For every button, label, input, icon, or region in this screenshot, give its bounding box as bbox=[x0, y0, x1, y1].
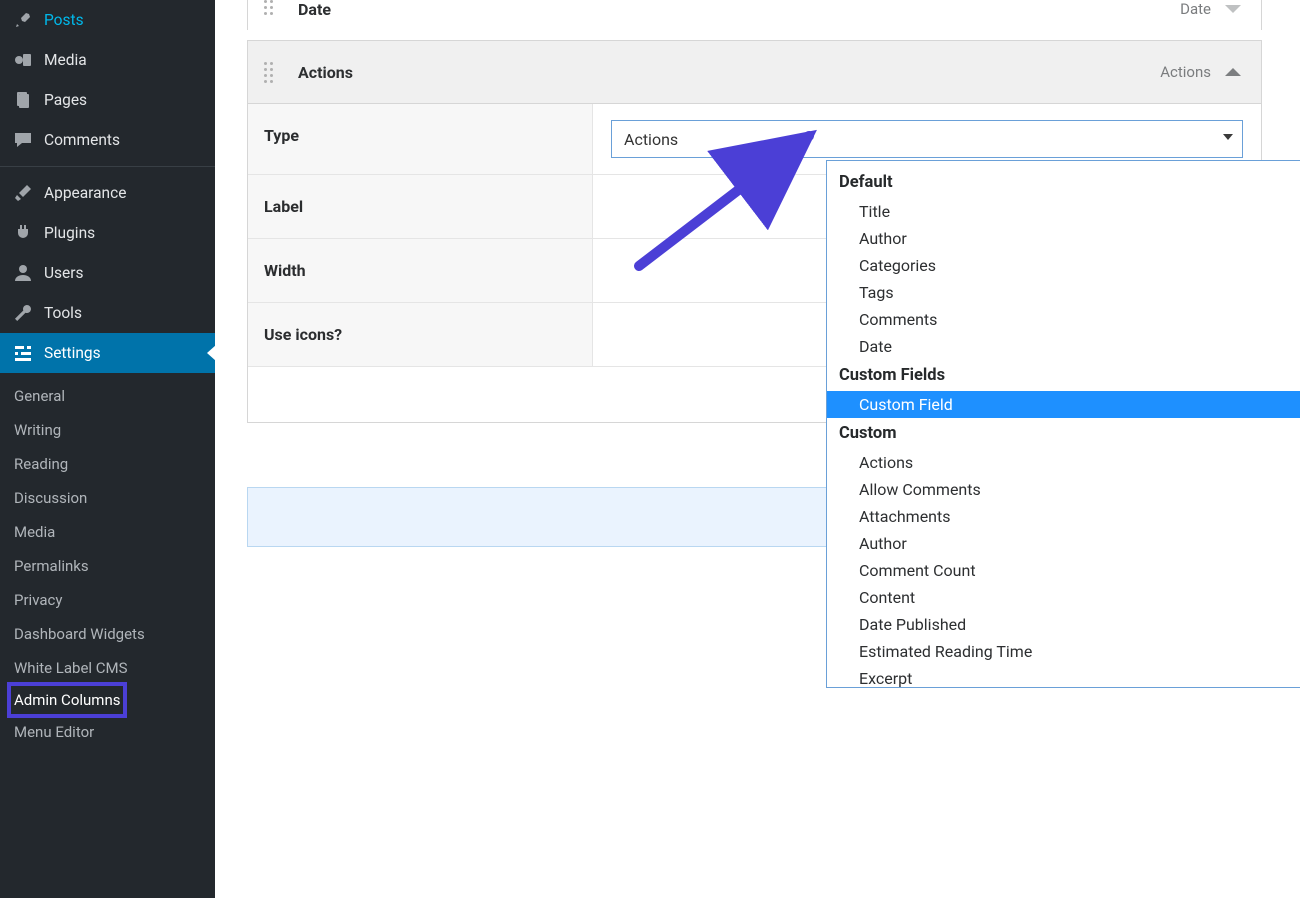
dropdown-option[interactable]: Actions bbox=[827, 449, 1300, 476]
sub-general[interactable]: General bbox=[14, 379, 215, 413]
plug-icon bbox=[12, 222, 34, 244]
sub-admin-columns[interactable]: Admin Columns bbox=[10, 685, 124, 715]
dropdown-option[interactable]: Categories bbox=[827, 252, 1300, 279]
sub-dashboard-widgets[interactable]: Dashboard Widgets bbox=[14, 617, 215, 651]
nav-label: Users bbox=[44, 264, 84, 282]
chevron-up-icon[interactable] bbox=[1225, 68, 1241, 76]
column-title: Actions bbox=[298, 63, 353, 82]
column-title: Date bbox=[298, 0, 331, 19]
dropdown-option[interactable]: Allow Comments bbox=[827, 476, 1300, 503]
nav-users[interactable]: Users bbox=[0, 253, 215, 293]
sub-writing[interactable]: Writing bbox=[14, 413, 215, 447]
column-type-meta: Actions bbox=[1160, 63, 1211, 81]
nav-plugins[interactable]: Plugins bbox=[0, 213, 215, 253]
type-select-value: Actions bbox=[624, 130, 678, 149]
sub-white-label-cms[interactable]: White Label CMS bbox=[14, 651, 215, 685]
nav-media[interactable]: Media bbox=[0, 40, 215, 80]
nav-tools[interactable]: Tools bbox=[0, 293, 215, 333]
dropdown-option[interactable]: Custom Field bbox=[827, 391, 1300, 418]
nav-label: Pages bbox=[44, 91, 87, 109]
sub-permalinks[interactable]: Permalinks bbox=[14, 549, 215, 583]
sub-media[interactable]: Media bbox=[14, 515, 215, 549]
nav-settings[interactable]: Settings bbox=[0, 333, 215, 373]
user-icon bbox=[12, 262, 34, 284]
type-select[interactable]: Actions bbox=[611, 120, 1243, 158]
sliders-icon bbox=[12, 342, 34, 364]
main-content: Date Date Actions Actions Type Actions bbox=[215, 0, 1292, 898]
dropdown-group: Custom Fields bbox=[827, 360, 1300, 391]
field-label-type: Type bbox=[248, 104, 593, 174]
dropdown-option[interactable]: Comments bbox=[827, 306, 1300, 333]
sub-reading[interactable]: Reading bbox=[14, 447, 215, 481]
sub-discussion[interactable]: Discussion bbox=[14, 481, 215, 515]
nav-comments[interactable]: Comments bbox=[0, 120, 215, 160]
caret-down-icon bbox=[1223, 134, 1233, 140]
dropdown-option[interactable]: Date bbox=[827, 333, 1300, 360]
sub-menu-editor[interactable]: Menu Editor bbox=[14, 715, 215, 749]
page-icon bbox=[12, 89, 34, 111]
column-type-meta: Date bbox=[1180, 0, 1211, 18]
dropdown-option[interactable]: Excerpt bbox=[827, 665, 1300, 687]
sub-privacy[interactable]: Privacy bbox=[14, 583, 215, 617]
type-dropdown: DefaultTitleAuthorCategoriesTagsComments… bbox=[826, 160, 1300, 688]
dropdown-option[interactable]: Author bbox=[827, 530, 1300, 557]
nav-label: Tools bbox=[44, 304, 82, 322]
nav-pages[interactable]: Pages bbox=[0, 80, 215, 120]
admin-sidebar: Posts Media Pages Comments Appearance Pl… bbox=[0, 0, 215, 898]
drag-handle-icon[interactable] bbox=[264, 0, 280, 15]
nav-label: Comments bbox=[44, 131, 120, 149]
dropdown-option[interactable]: Attachments bbox=[827, 503, 1300, 530]
dropdown-option[interactable]: Comment Count bbox=[827, 557, 1300, 584]
dropdown-option[interactable]: Title bbox=[827, 198, 1300, 225]
nav-label: Plugins bbox=[44, 224, 95, 242]
pin-icon bbox=[12, 9, 34, 31]
media-icon bbox=[12, 49, 34, 71]
column-row-actions[interactable]: Actions Actions bbox=[247, 40, 1262, 104]
comment-icon bbox=[12, 129, 34, 151]
dropdown-option[interactable]: Author bbox=[827, 225, 1300, 252]
field-label-width: Width bbox=[248, 239, 593, 302]
chevron-down-icon[interactable] bbox=[1225, 5, 1241, 13]
settings-subnav: General Writing Reading Discussion Media… bbox=[0, 373, 215, 755]
dropdown-option[interactable]: Content bbox=[827, 584, 1300, 611]
field-label-use-icons: Use icons? bbox=[248, 303, 593, 366]
brush-icon bbox=[12, 182, 34, 204]
field-label-label: Label bbox=[248, 175, 593, 238]
nav-appearance[interactable]: Appearance bbox=[0, 173, 215, 213]
drag-handle-icon[interactable] bbox=[264, 62, 280, 83]
dropdown-group: Default bbox=[827, 167, 1300, 198]
dropdown-option[interactable]: Tags bbox=[827, 279, 1300, 306]
dropdown-option[interactable]: Estimated Reading Time bbox=[827, 638, 1300, 665]
column-row-date[interactable]: Date Date bbox=[247, 0, 1262, 30]
dropdown-option[interactable]: Date Published bbox=[827, 611, 1300, 638]
nav-posts[interactable]: Posts bbox=[0, 0, 215, 40]
dropdown-group: Custom bbox=[827, 418, 1300, 449]
nav-label: Appearance bbox=[44, 184, 126, 202]
nav-label: Media bbox=[44, 51, 87, 69]
wrench-icon bbox=[12, 302, 34, 324]
nav-label: Settings bbox=[44, 344, 101, 362]
nav-label: Posts bbox=[44, 11, 84, 29]
